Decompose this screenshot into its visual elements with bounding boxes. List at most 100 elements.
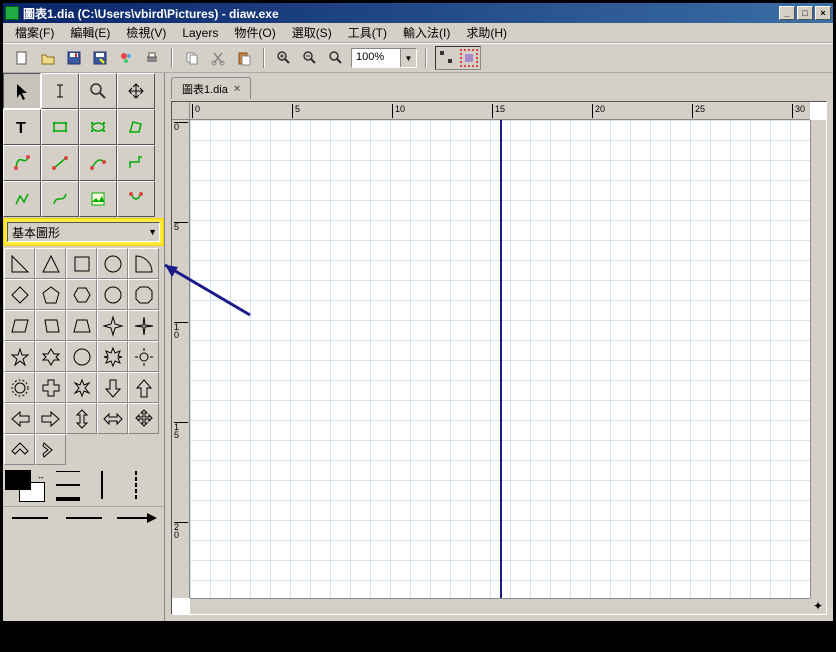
shape-sun[interactable]: [128, 341, 159, 372]
dropdown-arrow-icon: ▼: [148, 227, 157, 237]
scrollbar-vertical[interactable]: [810, 120, 826, 598]
shape-arrow-left[interactable]: [4, 403, 35, 434]
start-arrow-style[interactable]: [5, 509, 55, 526]
shape-arrow-leftright[interactable]: [97, 403, 128, 434]
paste-button[interactable]: [233, 47, 255, 69]
swap-colors-icon[interactable]: ↔: [37, 472, 45, 481]
nav-corner-button[interactable]: ✦: [810, 598, 826, 614]
shape-octagon[interactable]: [128, 279, 159, 310]
tool-polygon[interactable]: [117, 109, 155, 145]
foreground-color[interactable]: [5, 470, 31, 490]
shape-cross[interactable]: [35, 372, 66, 403]
tool-zigzag[interactable]: [117, 145, 155, 181]
print-button[interactable]: [141, 47, 163, 69]
zoom-in-button[interactable]: [273, 47, 295, 69]
close-button[interactable]: ×: [815, 6, 831, 20]
shape-category-label: 基本圖形: [12, 224, 60, 241]
tab-close-icon[interactable]: ×: [234, 83, 240, 95]
shape-star6[interactable]: [35, 341, 66, 372]
zoom-dropdown-arrow-icon[interactable]: ▼: [400, 49, 416, 67]
tool-outline[interactable]: [117, 181, 155, 217]
tool-ellipse[interactable]: [79, 109, 117, 145]
tool-bezierline[interactable]: [41, 181, 79, 217]
shape-quarter-circle[interactable]: [128, 248, 159, 279]
shape-chevron-up[interactable]: [4, 434, 35, 465]
tool-bezier[interactable]: [3, 145, 41, 181]
menu-objects[interactable]: 物件(O): [226, 22, 283, 43]
line-width-preview[interactable]: [53, 469, 83, 503]
tool-image[interactable]: [79, 181, 117, 217]
fg-bg-swatch[interactable]: ↔: [5, 470, 49, 506]
shape-parallelogram[interactable]: [4, 310, 35, 341]
shape-category-dropdown[interactable]: 基本圖形 ▼: [7, 222, 160, 242]
ruler-horizontal[interactable]: 0 5 10 15 20 25 30: [190, 102, 810, 120]
cut-button[interactable]: [207, 47, 229, 69]
tool-magnify[interactable]: [79, 73, 117, 109]
zoom-fit-button[interactable]: [325, 47, 347, 69]
line-dash-preview[interactable]: [121, 469, 151, 503]
snap-object-toggle[interactable]: [460, 49, 478, 67]
shape-chevron-right[interactable]: [35, 434, 66, 465]
menu-view[interactable]: 檢視(V): [118, 22, 174, 43]
tool-text[interactable]: T: [3, 109, 41, 145]
line-style-preview[interactable]: [87, 469, 117, 503]
menu-file[interactable]: 檔案(F): [7, 22, 62, 43]
shape-arrow-updown[interactable]: [66, 403, 97, 434]
ruler-vertical[interactable]: 0 5 10 15 20: [172, 120, 190, 598]
shape-arrow-quad[interactable]: [128, 403, 159, 434]
copy-button[interactable]: [181, 47, 203, 69]
shape-square[interactable]: [66, 248, 97, 279]
tool-pointer[interactable]: [3, 73, 41, 109]
scrollbar-horizontal[interactable]: [190, 598, 810, 614]
main-toolbar: 100% ▼: [3, 43, 833, 73]
shape-star4-sharp[interactable]: [128, 310, 159, 341]
shape-star5[interactable]: [4, 341, 35, 372]
tool-pan[interactable]: [117, 73, 155, 109]
line-middle-style[interactable]: [59, 509, 109, 526]
save-as-button[interactable]: [89, 47, 111, 69]
new-button[interactable]: [11, 47, 33, 69]
shape-star4[interactable]: [97, 310, 128, 341]
shape-trapezoid[interactable]: [66, 310, 97, 341]
shape-circle[interactable]: [97, 248, 128, 279]
export-button[interactable]: [115, 47, 137, 69]
shape-star7[interactable]: [66, 341, 97, 372]
shape-gear[interactable]: [4, 372, 35, 403]
shape-arrow-up[interactable]: [128, 372, 159, 403]
tool-rect[interactable]: [41, 109, 79, 145]
canvas-grid[interactable]: [190, 120, 810, 598]
shape-diamond[interactable]: [4, 279, 35, 310]
tool-polyline[interactable]: [3, 181, 41, 217]
tool-text-cursor[interactable]: [41, 73, 79, 109]
shape-triangle[interactable]: [35, 248, 66, 279]
shape-maltese-cross[interactable]: [66, 372, 97, 403]
menu-input[interactable]: 輸入法(I): [395, 22, 458, 43]
tool-line[interactable]: [41, 145, 79, 181]
shape-heptagon[interactable]: [97, 279, 128, 310]
menu-help[interactable]: 求助(H): [458, 22, 515, 43]
shape-star8[interactable]: [97, 341, 128, 372]
menu-edit[interactable]: 編輯(E): [62, 22, 118, 43]
ruler-origin[interactable]: [172, 102, 190, 120]
save-button[interactable]: [63, 47, 85, 69]
menu-layers[interactable]: Layers: [174, 24, 226, 42]
maximize-button[interactable]: □: [797, 6, 813, 20]
shape-rhombus[interactable]: [35, 310, 66, 341]
shape-arrow-right[interactable]: [35, 403, 66, 434]
zoom-value[interactable]: 100%: [352, 49, 400, 67]
shape-right-triangle[interactable]: [4, 248, 35, 279]
tab-document-1[interactable]: 圖表1.dia ×: [171, 77, 251, 99]
zoom-combo[interactable]: 100% ▼: [351, 48, 417, 68]
menu-tools[interactable]: 工具(T): [340, 22, 395, 43]
menu-select[interactable]: 選取(S): [284, 22, 340, 43]
shape-hexagon[interactable]: [66, 279, 97, 310]
ruler-h-tick: 20: [592, 104, 605, 118]
end-arrow-style[interactable]: [112, 509, 162, 526]
minimize-button[interactable]: _: [779, 6, 795, 20]
zoom-out-button[interactable]: [299, 47, 321, 69]
snap-grid-toggle[interactable]: [438, 49, 456, 67]
tool-arc[interactable]: [79, 145, 117, 181]
shape-arrow-down[interactable]: [97, 372, 128, 403]
open-button[interactable]: [37, 47, 59, 69]
shape-pentagon[interactable]: [35, 279, 66, 310]
